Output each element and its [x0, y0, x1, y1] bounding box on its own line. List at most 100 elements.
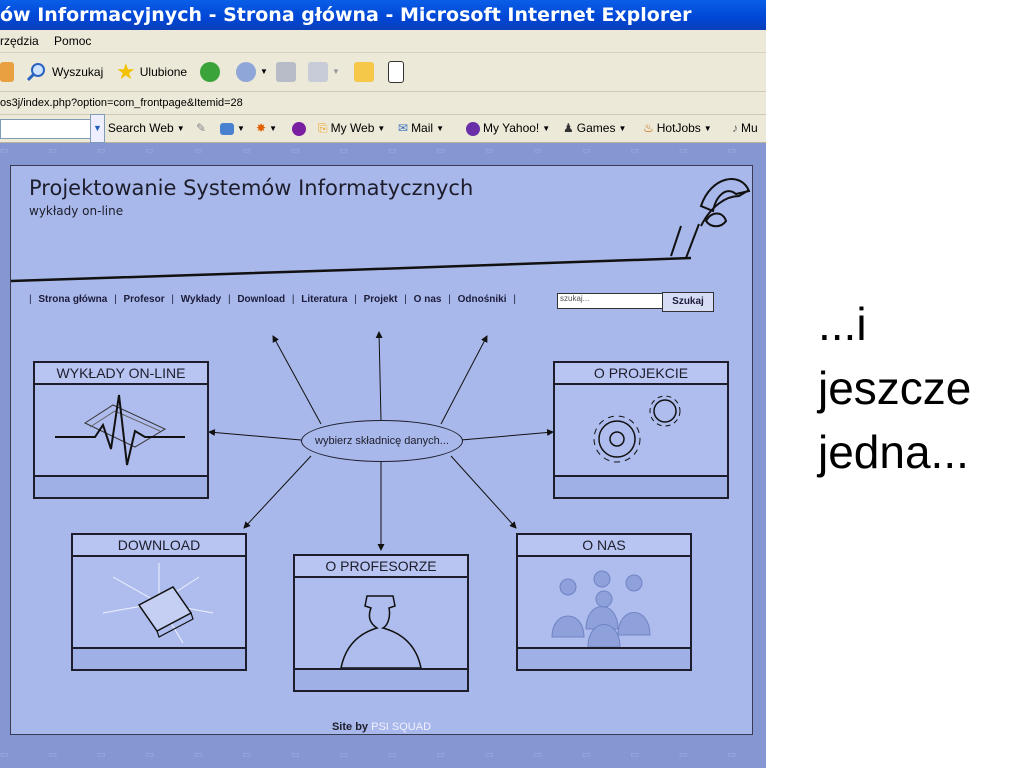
dropdown-arrow-icon: ▼ [260, 67, 268, 76]
my-web-button[interactable]: ⎘ My Web ▼ [318, 115, 385, 142]
address-bar[interactable]: os3j/index.php?option=com_frontpage&Item… [0, 92, 766, 115]
history-icon [200, 62, 220, 82]
address-url[interactable]: os3j/index.php?option=com_frontpage&Item… [0, 97, 243, 109]
dropdown-arrow-icon: ▼ [703, 124, 712, 133]
envelope-icon: ✉ [398, 121, 409, 135]
print-button[interactable] [276, 61, 296, 83]
browser-toolbar: Wyszukaj ★ Ulubione ▼ ▼ [0, 53, 766, 92]
background-pattern: ▭▭▭▭▭▭▭▭▭▭▭▭▭▭▭▭▭▭ [0, 749, 766, 759]
hotjobs-button[interactable]: ♨ HotJobs ▼ [643, 115, 712, 142]
my-yahoo-button[interactable]: My Yahoo! ▼ [466, 115, 550, 142]
games-label: Games [576, 121, 616, 135]
mail-yahoo-button[interactable]: ✉ Mail ▼ [398, 115, 444, 142]
history-button[interactable] [200, 61, 220, 83]
folder-icon [354, 62, 374, 82]
box-download-title: DOWNLOAD [73, 535, 245, 557]
page-icon [388, 61, 404, 83]
home-button[interactable] [0, 61, 14, 83]
messenger-button[interactable] [388, 61, 404, 83]
footer-prefix: Site by [331, 721, 369, 733]
gears-icon [593, 395, 681, 463]
box-wyklady-online[interactable]: WYKŁADY ON-LINE [33, 361, 209, 499]
search-toolbar-button[interactable]: Wyszukaj [26, 61, 103, 83]
menu-tools[interactable]: rzędzia [0, 34, 39, 48]
box-onas-title: O NAS [518, 535, 690, 557]
box-profesorze-title: O PROFESORZE [295, 556, 467, 578]
bookmarks-button[interactable]: ▼ [220, 115, 245, 142]
my-web-label: My Web [330, 121, 375, 135]
games-icon: ♟ [563, 121, 574, 135]
music-button[interactable]: ♪ Mu [732, 115, 758, 142]
box-o-profesorze[interactable]: O PROFESORZE [293, 554, 469, 692]
hotjobs-label: HotJobs [656, 121, 701, 135]
box-projekcie-title: O PROJEKCIE [555, 363, 727, 385]
myweb-icon: ⎘ [318, 121, 328, 135]
highlight-button[interactable]: ✎ [196, 115, 206, 142]
printer-icon [276, 62, 296, 82]
box-footer [295, 668, 467, 690]
music-icon: ♪ [732, 121, 738, 135]
star-icon: ★ [116, 59, 136, 84]
shield-icon: ✸ [256, 121, 267, 135]
footer-brand-link[interactable]: PSI SQUAD [371, 721, 431, 733]
favorites-label: Ulubione [139, 65, 188, 79]
home-icon [0, 62, 14, 82]
professor-silhouette-icon [340, 595, 422, 669]
hotjobs-icon: ♨ [643, 121, 654, 135]
heartbeat-icon [55, 394, 185, 466]
box-footer [555, 475, 727, 497]
yahoo-logo-button[interactable] [292, 115, 306, 142]
dropdown-arrow-icon: ▼ [269, 124, 277, 133]
edit-icon [308, 62, 328, 82]
search-toolbar-label: Wyszukaj [52, 65, 104, 79]
bookmark-icon [220, 122, 234, 135]
mail-label: Mail [411, 121, 434, 135]
dropdown-arrow-icon: ▼ [332, 67, 340, 76]
menu-bar: rzędzia Pomoc [0, 30, 766, 53]
book-icon [102, 563, 214, 644]
favorites-button[interactable]: ★ Ulubione [116, 61, 187, 83]
magnifier-icon [26, 63, 45, 82]
box-footer [73, 647, 245, 669]
slide-caption: ...i jeszcze jedna... [818, 292, 971, 484]
folder-button[interactable] [354, 61, 374, 83]
slide-line-3: jedna... [818, 426, 969, 478]
dropdown-arrow-icon: ▼ [237, 124, 245, 133]
pen-icon: ✎ [196, 121, 207, 135]
search-web-label: Search Web [107, 121, 174, 135]
dropdown-arrow-icon: ▼ [377, 124, 386, 133]
window-title: ów Informacyjnych - Strona główna - Micr… [0, 0, 766, 30]
box-wyklady-title: WYKŁADY ON-LINE [35, 363, 207, 385]
group-people-icon [551, 570, 651, 648]
browser-window: ów Informacyjnych - Strona główna - Micr… [0, 0, 766, 768]
dropdown-arrow-icon: ▼ [436, 124, 444, 133]
my-yahoo-icon [466, 121, 480, 136]
yahoo-toolbar: ▼ Search Web ▼ ✎ ▼ ✸ ▼ ⎘ My Web ▼ ✉ Mail… [0, 114, 766, 143]
dropdown-arrow-icon: ▼ [176, 124, 185, 133]
slide-line-2: jeszcze [818, 362, 972, 414]
menu-help[interactable]: Pomoc [54, 34, 91, 48]
box-o-nas[interactable]: O NAS [516, 533, 692, 671]
edit-button[interactable]: ▼ [308, 61, 340, 83]
antispy-button[interactable]: ✸ ▼ [256, 115, 277, 142]
slide-line-1: ...i [818, 298, 867, 350]
yahoo-search-field[interactable] [0, 119, 102, 139]
music-label: Mu [741, 121, 758, 135]
box-o-projekcie[interactable]: O PROJEKCIE [553, 361, 729, 499]
page-viewport: ▭▭▭▭▭▭▭▭▭▭▭▭▭▭▭▭▭▭ ▭▭▭▭▭▭▭▭▭▭▭▭▭▭▭▭▭▭ Pr… [0, 143, 766, 768]
box-download[interactable]: DOWNLOAD [71, 533, 247, 671]
dropdown-arrow-icon: ▼ [618, 124, 627, 133]
center-selector: wybierz składnicę danych... [301, 420, 463, 462]
site-footer: Site by PSI SQUAD [11, 721, 752, 733]
games-button[interactable]: ♟ Games ▼ [563, 115, 626, 142]
search-web-button[interactable]: ▼ Search Web ▼ [90, 114, 185, 143]
yahoo-icon [292, 121, 306, 136]
background-pattern: ▭▭▭▭▭▭▭▭▭▭▭▭▭▭▭▭▭▭ [0, 145, 766, 155]
my-yahoo-label: My Yahoo! [483, 121, 540, 135]
box-footer [518, 647, 690, 669]
mail-button[interactable]: ▼ [236, 61, 268, 83]
dropdown-arrow-icon: ▼ [542, 124, 551, 133]
box-footer [35, 475, 207, 497]
dropdown-arrow-icon: ▼ [90, 114, 105, 143]
site-page: Projektowanie Systemów Informatycznych w… [10, 165, 753, 735]
